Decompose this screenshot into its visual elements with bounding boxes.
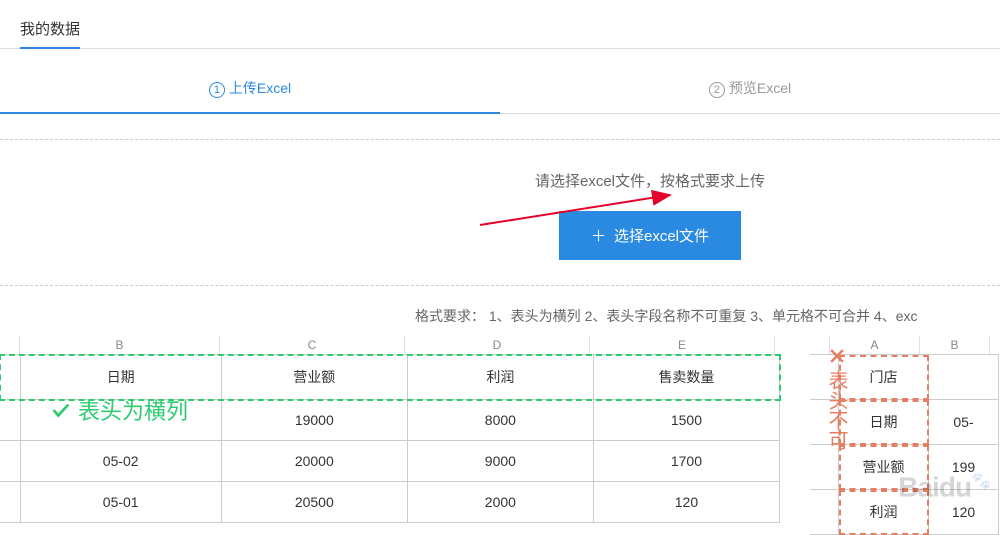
table-header-row: 日期 营业额 利润 售卖数量	[0, 355, 780, 400]
table-row: 05-01 20500 2000 120	[0, 482, 780, 523]
good-example-label: 表头为横列	[50, 394, 188, 426]
x-icon	[827, 346, 847, 366]
col-letter: E	[590, 336, 775, 354]
bad-example: A B 门店 日期05- 营业额199 利润120 表头不可	[810, 336, 1000, 535]
step-nav: 1上传Excel 2预览Excel	[0, 64, 1000, 114]
step-num-icon: 1	[209, 82, 225, 98]
plus-icon: ＋	[591, 228, 606, 245]
step-label: 预览Excel	[729, 80, 791, 96]
upload-hint: 请选择excel文件，按格式要求上传	[300, 170, 1000, 191]
col-letter: D	[405, 336, 590, 354]
col-letter: C	[220, 336, 405, 354]
table-row: 05-02 20000 9000 1700	[0, 441, 780, 482]
good-example: B C D E 日期 营业额 利润 售卖数量 19000 80	[0, 336, 780, 535]
choose-file-button[interactable]: ＋ 选择excel文件	[559, 211, 741, 260]
th-date: 日期	[20, 355, 221, 400]
step-upload[interactable]: 1上传Excel	[0, 64, 500, 114]
watermark: Baidu🐾	[898, 471, 990, 503]
col-letter: B	[920, 336, 990, 354]
check-icon	[50, 399, 72, 421]
choose-file-label: 选择excel文件	[614, 228, 709, 245]
th-qty: 售卖数量	[593, 355, 779, 400]
format-requirements: 格式要求： 1、表头为横列 2、表头字段名称不可重复 3、单元格不可合并 4、e…	[0, 286, 1000, 336]
step-label: 上传Excel	[229, 80, 291, 96]
th-profit: 利润	[407, 355, 593, 400]
col-letter: B	[20, 336, 220, 354]
step-num-icon: 2	[709, 82, 725, 98]
step-preview[interactable]: 2预览Excel	[500, 64, 1000, 113]
tab-my-data[interactable]: 我的数据	[20, 10, 80, 49]
paw-icon: 🐾	[971, 473, 990, 490]
bad-example-label: 表头不可	[822, 346, 851, 450]
th-revenue: 营业额	[221, 355, 407, 400]
